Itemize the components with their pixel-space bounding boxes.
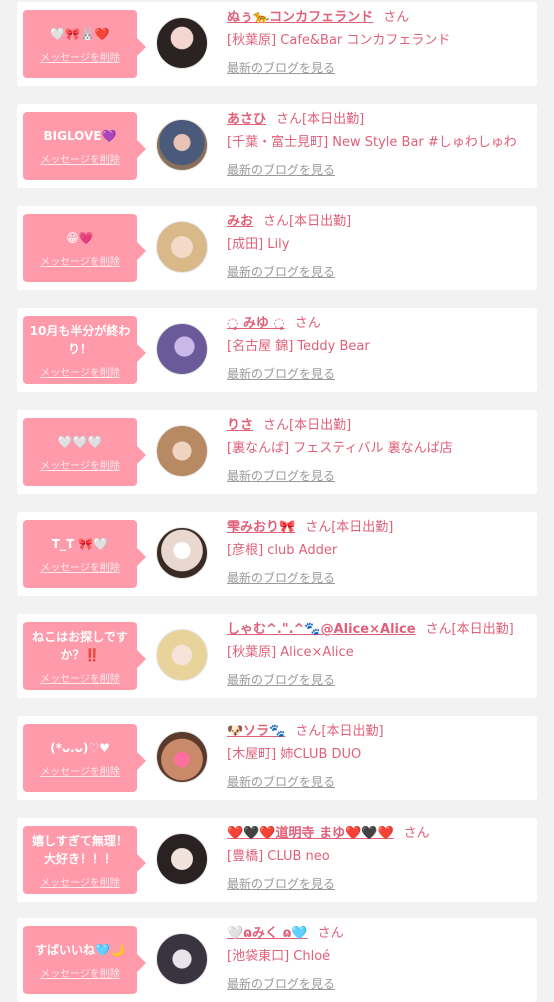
cast-name-link[interactable]: ◌̥ みゆ ◌̥ bbox=[227, 316, 285, 331]
latest-blog-link[interactable]: 最新のブログを見る bbox=[227, 975, 335, 993]
delete-message-link[interactable]: メッセージを削除 bbox=[40, 364, 120, 379]
message-bubble: BIGLOVE💜 メッセージを削除 bbox=[23, 112, 146, 180]
list-item: 🤍🎀🐰❤️ メッセージを削除 ぬぅ🐆コンカフェランド さん [秋葉原] Cafe&… bbox=[17, 2, 537, 86]
list-item: 🤍🤍🤍 メッセージを削除 りさ さん[本日出勤] [裏なんば] フェスティバル 裏… bbox=[17, 410, 537, 494]
message-bubble: 🤍🤍🤍 メッセージを削除 bbox=[23, 418, 146, 486]
avatar[interactable] bbox=[156, 17, 208, 69]
message-text: すばいいね🩵🌙 bbox=[35, 942, 125, 957]
message-bubble: 嬉しすぎて無理！大好き！！！ メッセージを削除 bbox=[23, 826, 146, 894]
latest-blog-link[interactable]: 最新のブログを見る bbox=[227, 467, 335, 485]
message-text: (*ᴗ.ᴗ)♡♥ bbox=[50, 740, 110, 755]
message-bubble: すばいいね🩵🌙 メッセージを削除 bbox=[23, 926, 146, 994]
avatar[interactable] bbox=[156, 629, 208, 681]
status-badge: [本日出勤] bbox=[321, 724, 384, 739]
shop-name: [木屋町] 姉CLUB DUO bbox=[227, 747, 362, 762]
latest-blog-link[interactable]: 最新のブログを見る bbox=[227, 671, 335, 689]
avatar[interactable] bbox=[156, 323, 208, 375]
cast-name-link[interactable]: みお bbox=[227, 214, 253, 229]
message-text: 🤍🤍🤍 bbox=[57, 434, 103, 449]
avatar[interactable] bbox=[156, 933, 208, 985]
avatar[interactable] bbox=[156, 833, 208, 885]
honorific: さん bbox=[403, 826, 430, 841]
cast-name-link[interactable]: 🤍ɷみく ɷ🩵 bbox=[227, 926, 308, 941]
honorific: さん bbox=[276, 112, 303, 127]
avatar[interactable] bbox=[156, 119, 208, 171]
delete-message-link[interactable]: メッセージを削除 bbox=[40, 49, 120, 64]
list-item: 10月も半分が終わり！ メッセージを削除 ◌̥ みゆ ◌̥ さん [名古屋 錦] … bbox=[17, 308, 537, 392]
shop-name: [名古屋 錦] Teddy Bear bbox=[227, 339, 370, 354]
shop-name: [成田] Lily bbox=[227, 237, 290, 252]
honorific: さん bbox=[295, 724, 322, 739]
message-text: 😁💗 bbox=[66, 230, 94, 245]
honorific: さん bbox=[263, 214, 290, 229]
message-text: 10月も半分が終わり！ bbox=[29, 323, 131, 356]
latest-blog-link[interactable]: 最新のブログを見る bbox=[227, 773, 335, 791]
status-badge: [本日出勤] bbox=[302, 112, 365, 127]
shop-name: [裏なんば] フェスティバル 裏なんば店 bbox=[227, 441, 453, 456]
honorific: さん bbox=[294, 316, 321, 331]
honorific: さん bbox=[383, 10, 410, 25]
list-item: 嬉しすぎて無理！大好き！！！ メッセージを削除 ❤️🖤❤️道明寺 まゆ❤️🖤❤️… bbox=[17, 818, 537, 902]
shop-name: [池袋東口] Chloé bbox=[227, 949, 331, 964]
list-item: 😁💗 メッセージを削除 みお さん[本日出勤] [成田] Lily 最新のブログを… bbox=[17, 206, 537, 290]
status-badge: [本日出勤] bbox=[451, 622, 514, 637]
list-item: ねこはお探しですか？‼️ メッセージを削除 しゃむ^.".^🐾@Alice×Al… bbox=[17, 614, 537, 698]
latest-blog-link[interactable]: 最新のブログを見る bbox=[227, 569, 335, 587]
latest-blog-link[interactable]: 最新のブログを見る bbox=[227, 161, 335, 179]
message-bubble: T_T 🎀🤍 メッセージを削除 bbox=[23, 520, 146, 588]
delete-message-link[interactable]: メッセージを削除 bbox=[40, 151, 120, 166]
honorific: さん bbox=[317, 926, 344, 941]
avatar[interactable] bbox=[156, 527, 208, 579]
cast-name-link[interactable]: ぬぅ🐆コンカフェランド bbox=[227, 10, 373, 25]
honorific: さん bbox=[263, 418, 290, 433]
status-badge: [本日出勤] bbox=[331, 520, 394, 535]
avatar[interactable] bbox=[156, 425, 208, 477]
message-text: 🤍🎀🐰❤️ bbox=[50, 26, 110, 41]
honorific: さん bbox=[425, 622, 452, 637]
delete-message-link[interactable]: メッセージを削除 bbox=[40, 559, 120, 574]
cast-name-link[interactable]: 雫みおり🎀 bbox=[227, 520, 295, 535]
delete-message-link[interactable]: メッセージを削除 bbox=[40, 965, 120, 980]
shop-name: [千葉・富士見町] New Style Bar #しゅわしゅわ bbox=[227, 135, 517, 150]
message-bubble: 10月も半分が終わり！ メッセージを削除 bbox=[23, 316, 146, 384]
avatar[interactable] bbox=[156, 731, 208, 783]
latest-blog-link[interactable]: 最新のブログを見る bbox=[227, 875, 335, 893]
list-item: すばいいね🩵🌙 メッセージを削除 🤍ɷみく ɷ🩵 さん [池袋東口] Chloé … bbox=[17, 918, 537, 1002]
cast-name-link[interactable]: りさ bbox=[227, 418, 253, 433]
cast-name-link[interactable]: 🐶ソラ🐾 bbox=[227, 724, 285, 739]
shop-name: [秋葉原] Alice×Alice bbox=[227, 645, 354, 660]
list-item: (*ᴗ.ᴗ)♡♥ メッセージを削除 🐶ソラ🐾 さん[本日出勤] [木屋町] 姉CL… bbox=[17, 716, 537, 800]
message-bubble: 🤍🎀🐰❤️ メッセージを削除 bbox=[23, 10, 146, 78]
message-bubble: (*ᴗ.ᴗ)♡♥ メッセージを削除 bbox=[23, 724, 146, 792]
avatar[interactable] bbox=[156, 221, 208, 273]
cast-name-link[interactable]: あさひ bbox=[227, 112, 266, 127]
shop-name: [彦根] club Adder bbox=[227, 543, 338, 558]
message-text: ねこはお探しですか？‼️ bbox=[32, 629, 128, 662]
list-item: T_T 🎀🤍 メッセージを削除 雫みおり🎀 さん[本日出勤] [彦根] club … bbox=[17, 512, 537, 596]
latest-blog-link[interactable]: 最新のブログを見る bbox=[227, 59, 335, 77]
message-bubble: 😁💗 メッセージを削除 bbox=[23, 214, 146, 282]
delete-message-link[interactable]: メッセージを削除 bbox=[40, 874, 120, 889]
delete-message-link[interactable]: メッセージを削除 bbox=[40, 253, 120, 268]
shop-name: [豊橋] CLUB neo bbox=[227, 849, 330, 864]
message-bubble: ねこはお探しですか？‼️ メッセージを削除 bbox=[23, 622, 146, 690]
message-text: BIGLOVE💜 bbox=[43, 128, 117, 143]
cast-name-link[interactable]: ❤️🖤❤️道明寺 まゆ❤️🖤❤️ bbox=[227, 826, 394, 841]
status-badge: [本日出勤] bbox=[289, 418, 352, 433]
delete-message-link[interactable]: メッセージを削除 bbox=[40, 670, 120, 685]
honorific: さん bbox=[305, 520, 332, 535]
shop-name: [秋葉原] Cafe&Bar コンカフェランド bbox=[227, 33, 451, 48]
status-badge: [本日出勤] bbox=[289, 214, 352, 229]
message-text: 嬉しすぎて無理！大好き！！！ bbox=[32, 833, 128, 866]
latest-blog-link[interactable]: 最新のブログを見る bbox=[227, 365, 335, 383]
delete-message-link[interactable]: メッセージを削除 bbox=[40, 763, 120, 778]
delete-message-link[interactable]: メッセージを削除 bbox=[40, 457, 120, 472]
latest-blog-link[interactable]: 最新のブログを見る bbox=[227, 263, 335, 281]
message-text: T_T 🎀🤍 bbox=[51, 536, 109, 551]
cast-name-link[interactable]: しゃむ^.".^🐾@Alice×Alice bbox=[227, 622, 416, 637]
list-item: BIGLOVE💜 メッセージを削除 あさひ さん[本日出勤] [千葉・富士見町] … bbox=[17, 104, 537, 188]
